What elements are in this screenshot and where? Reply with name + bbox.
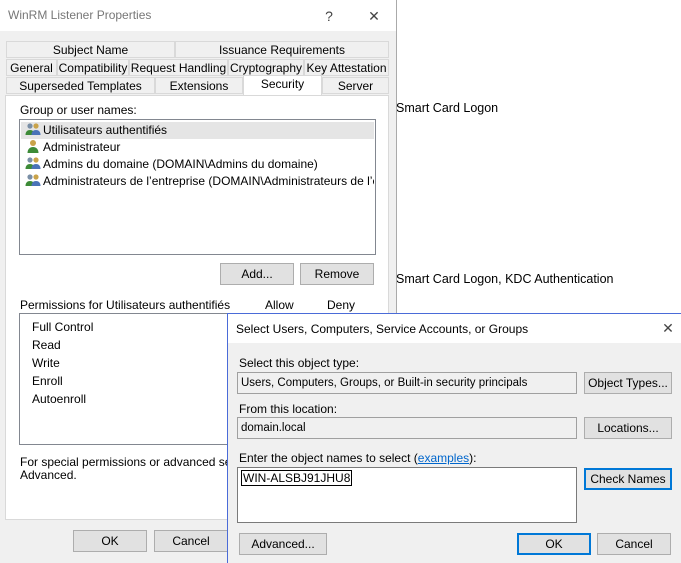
dialog-titlebar: Select Users, Computers, Service Account… xyxy=(228,314,681,343)
advanced-button[interactable]: Advanced... xyxy=(239,533,327,555)
permission-autoenroll: Autoenroll xyxy=(32,392,87,406)
permission-enroll: Enroll xyxy=(32,374,63,388)
enter-names-suffix: ): xyxy=(469,451,477,465)
advanced-hint-text: Advanced. xyxy=(20,468,77,482)
select-users-dialog: Select Users, Computers, Service Account… xyxy=(227,313,681,563)
tab-cryptography[interactable]: Cryptography xyxy=(228,59,304,76)
dialog-cancel-button[interactable]: Cancel xyxy=(597,533,671,555)
object-type-field: Users, Computers, Groups, or Built-in se… xyxy=(237,372,577,394)
help-button[interactable]: ? xyxy=(314,4,344,28)
user-row-administrateur[interactable]: Administrateur xyxy=(21,139,374,156)
tab-issuance-requirements[interactable]: Issuance Requirements xyxy=(175,41,389,58)
user-name: Admins du domaine (DOMAIN\Admins du doma… xyxy=(43,157,318,171)
object-names-value: WIN-ALSBJ91JHU8 xyxy=(241,470,353,486)
object-names-input[interactable]: WIN-ALSBJ91JHU8 xyxy=(237,467,577,523)
object-types-button[interactable]: Object Types... xyxy=(584,372,672,394)
users-listbox[interactable]: Utilisateurs authentifiés Administrateur… xyxy=(19,119,376,255)
remove-button[interactable]: Remove xyxy=(300,263,374,285)
dialog-close-button[interactable]: ✕ xyxy=(653,316,681,340)
tab-extensions[interactable]: Extensions xyxy=(155,77,243,94)
ok-button[interactable]: OK xyxy=(73,530,147,552)
tab-superseded-templates[interactable]: Superseded Templates xyxy=(6,77,155,94)
user-row-domain-admins[interactable]: Admins du domaine (DOMAIN\Admins du doma… xyxy=(21,156,374,173)
check-names-button[interactable]: Check Names xyxy=(584,468,672,490)
close-button[interactable]: ✕ xyxy=(359,4,389,28)
tab-security[interactable]: Security xyxy=(243,75,322,95)
properties-title: WinRM Listener Properties xyxy=(8,8,152,22)
object-type-label: Select this object type: xyxy=(239,356,360,370)
locations-button[interactable]: Locations... xyxy=(584,417,672,439)
permission-full-control: Full Control xyxy=(32,320,94,334)
examples-link[interactable]: examples xyxy=(418,451,469,465)
special-permissions-text: For special permissions or advanced sett… xyxy=(20,455,261,469)
allow-header: Allow xyxy=(265,298,294,312)
group-or-user-names-label: Group or user names: xyxy=(20,103,137,117)
dialog-title: Select Users, Computers, Service Account… xyxy=(236,322,529,336)
permissions-label: Permissions for Utilisateurs authentifié… xyxy=(20,298,231,312)
dialog-ok-button[interactable]: OK xyxy=(517,533,591,555)
enter-names-prefix: Enter the object names to select ( xyxy=(239,451,418,465)
background-text-smart-card: Smart Card Logon xyxy=(396,101,499,115)
add-button[interactable]: Add... xyxy=(220,263,294,285)
tab-compatibility[interactable]: Compatibility xyxy=(57,59,129,76)
properties-titlebar: WinRM Listener Properties ? ✕ xyxy=(0,0,396,31)
user-name: Utilisateurs authentifiés xyxy=(43,123,168,137)
group-icon xyxy=(25,123,41,135)
enter-names-label: Enter the object names to select (exampl… xyxy=(239,451,476,465)
tab-server[interactable]: Server xyxy=(322,77,389,94)
location-field: domain.local xyxy=(237,417,577,439)
tab-general[interactable]: General xyxy=(6,59,57,76)
permission-read: Read xyxy=(32,338,61,352)
tab-key-attestation[interactable]: Key Attestation xyxy=(304,59,389,76)
user-row-enterprise-admins[interactable]: Administrateurs de l’entreprise (DOMAIN\… xyxy=(21,173,374,190)
permission-write: Write xyxy=(32,356,60,370)
user-row-authenticated-users[interactable]: Utilisateurs authentifiés xyxy=(21,122,374,139)
tab-subject-name[interactable]: Subject Name xyxy=(6,41,175,58)
group-icon xyxy=(25,174,41,186)
user-name: Administrateurs de l’entreprise (DOMAIN\… xyxy=(43,174,374,188)
group-icon xyxy=(25,157,41,169)
user-name: Administrateur xyxy=(43,140,121,154)
location-label: From this location: xyxy=(239,402,338,416)
user-icon xyxy=(27,140,39,153)
background-text-kdc: Smart Card Logon, KDC Authentication xyxy=(396,272,614,286)
tab-request-handling[interactable]: Request Handling xyxy=(129,59,228,76)
deny-header: Deny xyxy=(327,298,356,312)
cancel-button[interactable]: Cancel xyxy=(154,530,228,552)
